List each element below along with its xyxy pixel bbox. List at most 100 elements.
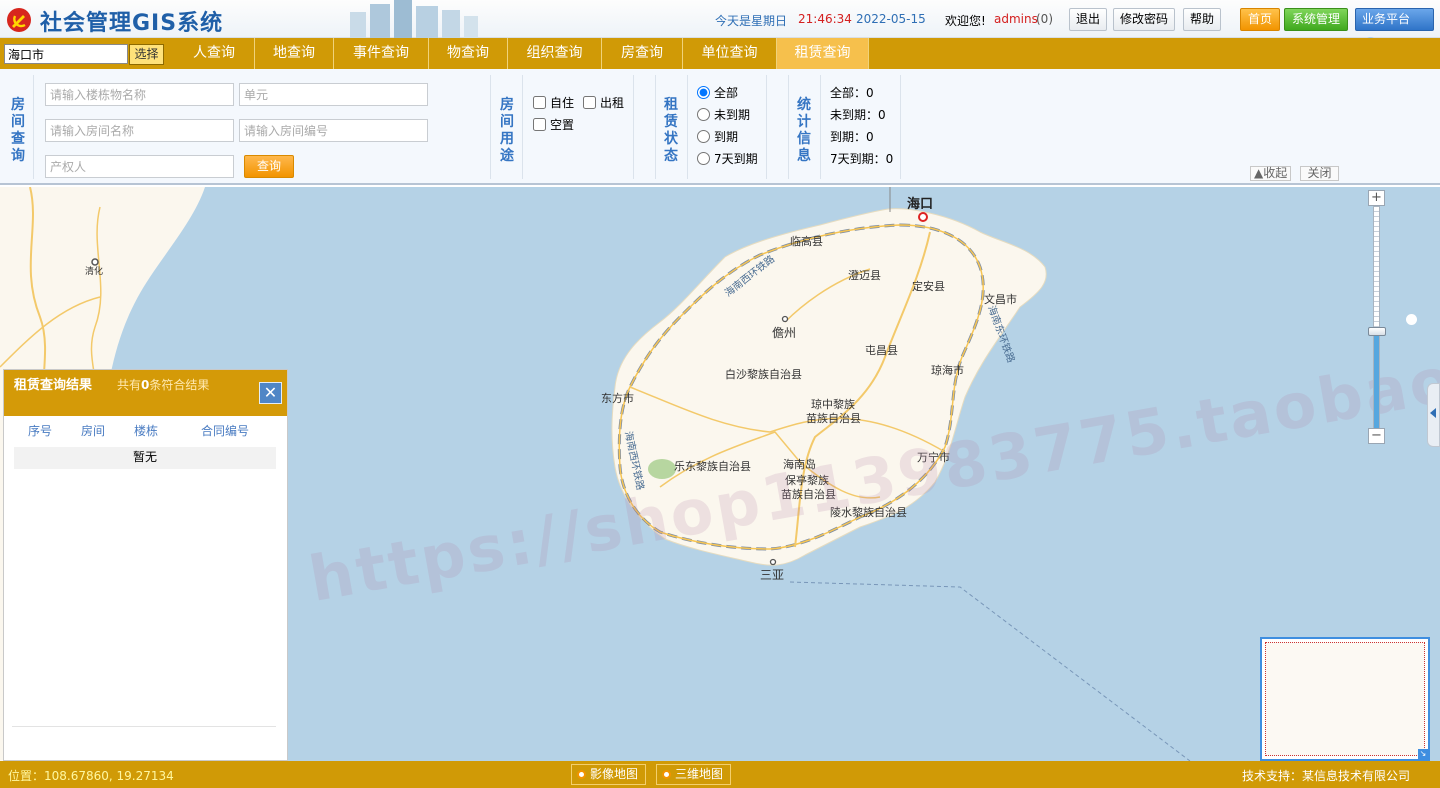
zoom-in-button[interactable]: + [1368,190,1385,206]
tab-rental-query[interactable]: 租赁查询 [777,38,869,69]
room-query-label: 房间查询 [11,97,25,164]
radio[interactable] [697,108,710,121]
change-password-button[interactable]: 修改密码 [1113,8,1176,31]
label-qiongzhong-2: 苗族自治县 [806,411,861,425]
zoom-control[interactable]: + − [1368,190,1386,445]
coordinate-readout: 位置：108.67860, 19.27134 [8,769,174,783]
divider [900,75,901,179]
divider [33,75,34,179]
overview-extent-box[interactable] [1265,642,1425,756]
user-count: (0) [1036,12,1053,26]
divider [633,75,634,179]
column-header-contract: 合同编号 [201,424,250,438]
collapse-button[interactable]: ▲收起 [1250,166,1292,181]
result-title: 租赁查询结果 [14,378,93,393]
image-map-label: 影像地图 [590,767,639,781]
tab-person-query[interactable]: 人查询 [174,38,255,69]
close-icon[interactable]: ✕ [259,382,282,404]
close-panel-button[interactable]: 关闭 [1300,166,1339,181]
usage-vacant-checkbox[interactable]: 空置 [533,116,574,133]
tab-org-query[interactable]: 组织查询 [508,38,602,69]
checkbox[interactable] [533,118,546,131]
divider [820,75,821,179]
status-expired-radio[interactable]: 到期 [697,128,738,145]
status-all-label: 全部 [714,86,739,100]
tab-event-query[interactable]: 事件查询 [334,38,429,69]
label-chengmai: 澄迈县 [848,268,881,282]
haikou-marker[interactable] [918,212,928,222]
usage-self-checkbox[interactable]: 自住 [533,94,574,111]
danzhou-marker[interactable] [781,315,789,323]
divider [788,75,789,179]
system-manage-button[interactable]: 系统管理 [1284,8,1349,31]
column-header-index: 序号 [28,424,53,438]
unit-input[interactable] [239,83,428,106]
building-name-input[interactable] [45,83,234,106]
sanya-marker[interactable] [769,558,777,566]
label-danzhou: 儋州 [772,326,796,340]
usage-rent-checkbox[interactable]: 出租 [583,94,624,111]
status-7day-radio[interactable]: 7天到期 [697,150,758,167]
business-platform-dropdown[interactable]: 业务平台 ▼ [1355,8,1434,48]
help-button[interactable]: 帮助 [1183,8,1222,31]
radio[interactable] [697,130,710,143]
statistics-label: 统计信息 [797,97,811,164]
divider [766,75,767,179]
forest-area [648,459,676,479]
map-edge-dot [1406,314,1417,325]
home-button[interactable]: 首页 [1240,8,1281,31]
party-emblem-icon [7,8,31,32]
radio[interactable] [697,152,710,165]
side-expand-tab[interactable] [1427,383,1440,447]
tech-support-text: 技术支持：某信息技术有限公司 [1241,769,1410,783]
stat-all: 全部：0 [830,86,874,100]
weekday-text: 今天是星期日 [715,14,788,28]
tab-land-query[interactable]: 地查询 [255,38,334,69]
query-button[interactable]: 查询 [244,155,294,178]
status-unexpired-radio[interactable]: 未到期 [697,106,750,123]
status-7day-label: 7天到期 [714,152,758,166]
city-skyline-image [350,0,478,38]
date-text: 2022-05-15 [856,12,926,26]
zoom-slider-handle[interactable] [1368,327,1386,336]
3d-map-label: 三维地图 [675,767,724,781]
label-tunchang: 屯昌县 [865,344,898,357]
checkbox[interactable] [583,96,596,109]
city-select-button[interactable]: 选择 [129,44,164,65]
tab-house-query[interactable]: 房查询 [602,38,683,69]
logout-button[interactable]: 退出 [1069,8,1108,31]
status-expired-label: 到期 [714,130,739,144]
resize-corner-icon[interactable]: ↘ [1418,749,1428,759]
divider [490,75,491,179]
checkbox[interactable] [533,96,546,109]
room-number-input[interactable] [239,119,428,142]
stat-unexpired: 未到期：0 [830,108,886,122]
label-baisha: 白沙黎族自治县 [725,367,802,381]
room-name-input[interactable] [45,119,234,142]
app-title: 社会管理GIS系统 [40,11,224,36]
divider [655,75,656,179]
city-input[interactable] [4,44,128,64]
username[interactable]: admins [994,12,1038,26]
label-dongfang: 东方市 [601,391,634,405]
result-header: 租赁查询结果 共有0条符合结果 ✕ [4,370,287,416]
clock-time: 21:46:34 [798,12,852,26]
zoom-out-button[interactable]: − [1368,428,1385,444]
label-lingao: 临高县 [790,234,823,248]
image-map-tab[interactable]: 影像地图 [571,764,647,785]
room-usage-label: 房间用途 [500,97,514,164]
label-sanya: 三亚 [760,568,784,582]
overview-map[interactable]: ↘ [1260,637,1430,761]
qinghua-marker [91,258,99,266]
tab-object-query[interactable]: 物查询 [429,38,508,69]
owner-input[interactable] [45,155,234,178]
3d-map-tab[interactable]: 三维地图 [656,764,732,785]
usage-self-label: 自住 [550,96,575,110]
label-qiongzhong-1: 琼中黎族 [811,397,855,411]
radio[interactable] [697,86,710,99]
result-count-prefix: 共有 [117,378,142,392]
tab-unit-query[interactable]: 单位查询 [683,38,777,69]
business-platform-label: 业务平台 [1362,12,1411,26]
status-all-radio[interactable]: 全部 [697,84,738,101]
sea-boundary [789,581,1191,761]
